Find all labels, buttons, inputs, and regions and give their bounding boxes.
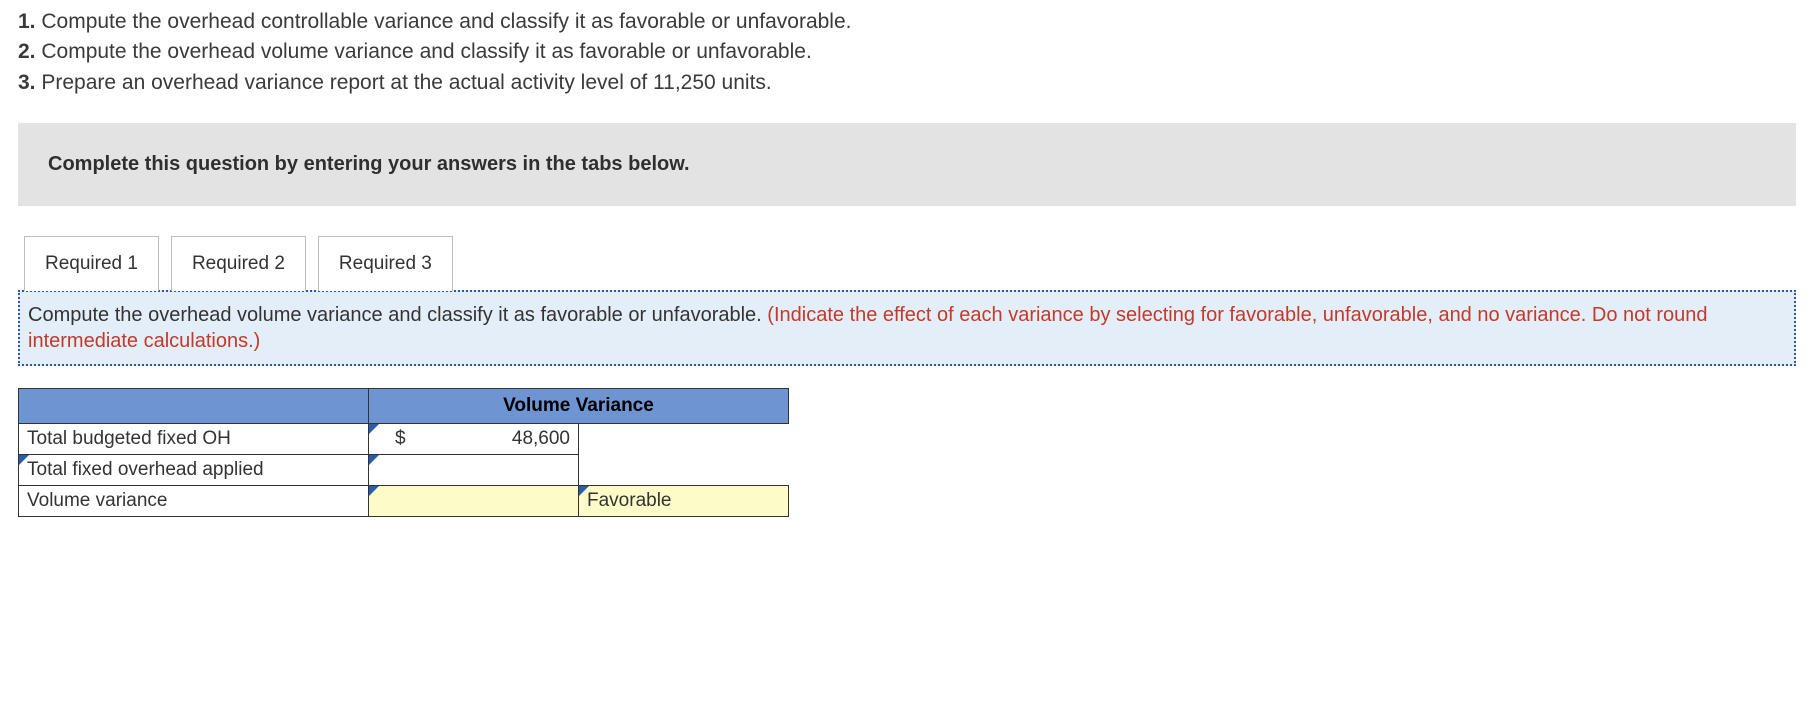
dropdown-indicator-icon <box>19 455 29 465</box>
dropdown-indicator-icon <box>369 455 379 465</box>
table-header-blank <box>19 389 369 424</box>
row-label: Volume variance <box>27 490 167 511</box>
row-amount-cell[interactable] <box>369 455 579 486</box>
tab-panel-required-2: Compute the overhead volume variance and… <box>18 290 1796 366</box>
question-item: 1. Compute the overhead controllable var… <box>18 8 1796 36</box>
question-number: 3. <box>18 71 36 94</box>
question-item: 2. Compute the overhead volume variance … <box>18 38 1796 66</box>
tab-required-3[interactable]: Required 3 <box>318 236 453 291</box>
tab-required-2[interactable]: Required 2 <box>171 236 306 291</box>
row-amount: 48,600 <box>512 428 570 449</box>
dropdown-indicator-icon <box>579 486 589 496</box>
table-header: Volume Variance <box>369 389 789 424</box>
instruction-banner: Complete this question by entering your … <box>18 123 1796 206</box>
question-list: 1. Compute the overhead controllable var… <box>18 8 1796 97</box>
tab-label: Required 3 <box>339 253 432 274</box>
table-row: Volume variance Favorable <box>19 486 789 517</box>
tabs-row: Required 1 Required 2 Required 3 <box>24 236 1796 291</box>
question-text: Compute the overhead controllable varian… <box>41 10 851 33</box>
question-text: Compute the overhead volume variance and… <box>41 40 811 63</box>
question-item: 3. Prepare an overhead variance report a… <box>18 69 1796 97</box>
dropdown-indicator-icon <box>369 424 379 434</box>
row-amount-cell[interactable] <box>369 486 579 517</box>
tab-label: Required 1 <box>45 253 138 274</box>
dropdown-indicator-icon <box>369 486 379 496</box>
question-number: 1. <box>18 10 36 33</box>
tab-required-1[interactable]: Required 1 <box>24 236 159 291</box>
table-row: Total fixed overhead applied <box>19 455 789 486</box>
tab-label: Required 2 <box>192 253 285 274</box>
row-classify-cell[interactable]: Favorable <box>579 486 789 517</box>
table-row: Total budgeted fixed OH $ 48,600 <box>19 424 789 455</box>
row-label-cell[interactable]: Volume variance <box>19 486 369 517</box>
row-label: Total fixed overhead applied <box>27 459 264 480</box>
row-label: Total budgeted fixed OH <box>27 428 231 449</box>
row-label-cell[interactable]: Total budgeted fixed OH <box>19 424 369 455</box>
panel-instruction: Compute the overhead volume variance and… <box>28 304 767 326</box>
currency-symbol: $ <box>395 428 406 450</box>
row-label-cell[interactable]: Total fixed overhead applied <box>19 455 369 486</box>
row-classify: Favorable <box>587 490 672 511</box>
question-text: Prepare an overhead variance report at t… <box>41 71 771 94</box>
volume-variance-table: Volume Variance Total budgeted fixed OH … <box>18 388 789 517</box>
question-number: 2. <box>18 40 36 63</box>
row-amount-cell[interactable]: $ 48,600 <box>369 424 579 455</box>
